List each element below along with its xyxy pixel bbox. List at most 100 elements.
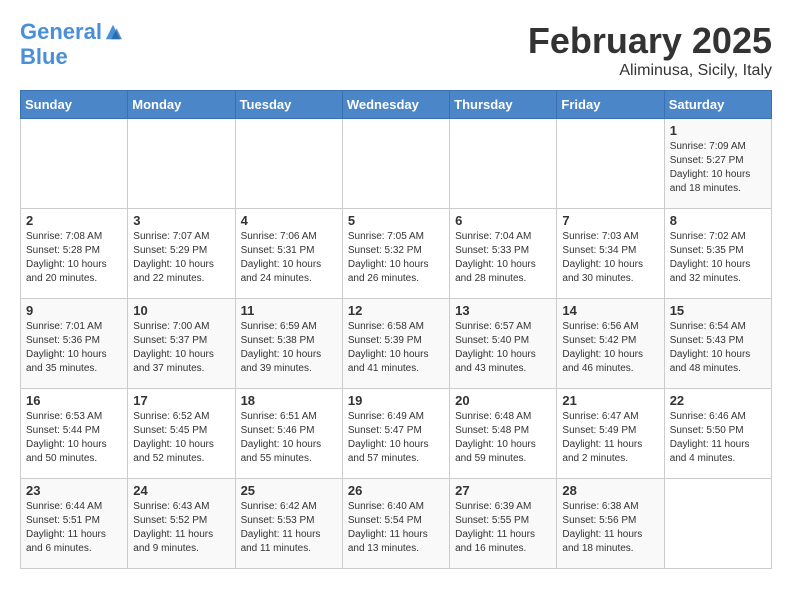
day-number: 12 bbox=[348, 303, 444, 318]
day-number: 1 bbox=[670, 123, 766, 138]
day-number: 27 bbox=[455, 483, 551, 498]
day-info: Sunrise: 7:02 AM Sunset: 5:35 PM Dayligh… bbox=[670, 230, 766, 286]
calendar-cell: 19 Sunrise: 6:49 AM Sunset: 5:47 PM Dayli… bbox=[342, 389, 449, 479]
day-info: Sunrise: 7:07 AM Sunset: 5:29 PM Dayligh… bbox=[133, 230, 229, 286]
calendar-cell: 6 Sunrise: 7:04 AM Sunset: 5:33 PM Daylig… bbox=[450, 209, 557, 299]
day-info: Sunrise: 6:59 AM Sunset: 5:38 PM Dayligh… bbox=[241, 320, 337, 376]
weekday-header: Saturday bbox=[664, 91, 771, 119]
calendar-cell: 28 Sunrise: 6:38 AM Sunset: 5:56 PM Dayli… bbox=[557, 479, 664, 569]
day-number: 19 bbox=[348, 393, 444, 408]
day-number: 18 bbox=[241, 393, 337, 408]
day-info: Sunrise: 7:06 AM Sunset: 5:31 PM Dayligh… bbox=[241, 230, 337, 286]
calendar-cell: 2Sunrise: 7:08 AM Sunset: 5:28 PM Daylig… bbox=[21, 209, 128, 299]
location: Aliminusa, Sicily, Italy bbox=[528, 62, 772, 80]
day-info: Sunrise: 6:40 AM Sunset: 5:54 PM Dayligh… bbox=[348, 500, 444, 556]
logo-blue: Blue bbox=[20, 44, 122, 70]
calendar-cell: 4Sunrise: 7:06 AM Sunset: 5:31 PM Daylig… bbox=[235, 209, 342, 299]
day-info: Sunrise: 6:43 AM Sunset: 5:52 PM Dayligh… bbox=[133, 500, 229, 556]
day-number: 11 bbox=[241, 303, 337, 318]
day-info: Sunrise: 7:03 AM Sunset: 5:34 PM Dayligh… bbox=[562, 230, 658, 286]
calendar-cell: 17 Sunrise: 6:52 AM Sunset: 5:45 PM Dayli… bbox=[128, 389, 235, 479]
day-info: Sunrise: 6:52 AM Sunset: 5:45 PM Dayligh… bbox=[133, 410, 229, 466]
day-number: 23 bbox=[26, 483, 122, 498]
day-info: Sunrise: 7:01 AM Sunset: 5:36 PM Dayligh… bbox=[26, 320, 122, 376]
day-number: 21 bbox=[562, 393, 658, 408]
weekday-header: Sunday bbox=[21, 91, 128, 119]
day-info: Sunrise: 6:46 AM Sunset: 5:50 PM Dayligh… bbox=[670, 410, 766, 466]
calendar-cell: 5 Sunrise: 7:05 AM Sunset: 5:32 PM Daylig… bbox=[342, 209, 449, 299]
calendar-cell: 9 Sunrise: 7:01 AM Sunset: 5:36 PM Daylig… bbox=[21, 299, 128, 389]
day-info: Sunrise: 6:47 AM Sunset: 5:49 PM Dayligh… bbox=[562, 410, 658, 466]
day-info: Sunrise: 7:04 AM Sunset: 5:33 PM Dayligh… bbox=[455, 230, 551, 286]
calendar-week-row: 9 Sunrise: 7:01 AM Sunset: 5:36 PM Daylig… bbox=[21, 299, 772, 389]
day-info: Sunrise: 6:56 AM Sunset: 5:42 PM Dayligh… bbox=[562, 320, 658, 376]
day-info: Sunrise: 6:42 AM Sunset: 5:53 PM Dayligh… bbox=[241, 500, 337, 556]
logo-text: General bbox=[20, 20, 102, 44]
calendar-cell bbox=[128, 119, 235, 209]
calendar-cell: 12 Sunrise: 6:58 AM Sunset: 5:39 PM Dayli… bbox=[342, 299, 449, 389]
day-number: 28 bbox=[562, 483, 658, 498]
day-number: 3 bbox=[133, 213, 229, 228]
day-number: 9 bbox=[26, 303, 122, 318]
calendar-cell: 8 Sunrise: 7:02 AM Sunset: 5:35 PM Daylig… bbox=[664, 209, 771, 299]
calendar-cell: 11 Sunrise: 6:59 AM Sunset: 5:38 PM Dayli… bbox=[235, 299, 342, 389]
calendar-week-row: 2Sunrise: 7:08 AM Sunset: 5:28 PM Daylig… bbox=[21, 209, 772, 299]
calendar-cell: 7 Sunrise: 7:03 AM Sunset: 5:34 PM Daylig… bbox=[557, 209, 664, 299]
calendar-week-row: 16 Sunrise: 6:53 AM Sunset: 5:44 PM Dayli… bbox=[21, 389, 772, 479]
calendar-table: SundayMondayTuesdayWednesdayThursdayFrid… bbox=[20, 90, 772, 569]
calendar-cell: 24Sunrise: 6:43 AM Sunset: 5:52 PM Dayli… bbox=[128, 479, 235, 569]
calendar-cell: 20 Sunrise: 6:48 AM Sunset: 5:48 PM Dayli… bbox=[450, 389, 557, 479]
weekday-header: Friday bbox=[557, 91, 664, 119]
calendar-cell: 23Sunrise: 6:44 AM Sunset: 5:51 PM Dayli… bbox=[21, 479, 128, 569]
calendar-cell: 13Sunrise: 6:57 AM Sunset: 5:40 PM Dayli… bbox=[450, 299, 557, 389]
day-info: Sunrise: 6:39 AM Sunset: 5:55 PM Dayligh… bbox=[455, 500, 551, 556]
calendar-cell: 18 Sunrise: 6:51 AM Sunset: 5:46 PM Dayli… bbox=[235, 389, 342, 479]
calendar-cell: 27 Sunrise: 6:39 AM Sunset: 5:55 PM Dayli… bbox=[450, 479, 557, 569]
day-info: Sunrise: 6:51 AM Sunset: 5:46 PM Dayligh… bbox=[241, 410, 337, 466]
day-info: Sunrise: 6:54 AM Sunset: 5:43 PM Dayligh… bbox=[670, 320, 766, 376]
weekday-header-row: SundayMondayTuesdayWednesdayThursdayFrid… bbox=[21, 91, 772, 119]
day-info: Sunrise: 6:38 AM Sunset: 5:56 PM Dayligh… bbox=[562, 500, 658, 556]
calendar-cell: 22 Sunrise: 6:46 AM Sunset: 5:50 PM Dayli… bbox=[664, 389, 771, 479]
day-number: 22 bbox=[670, 393, 766, 408]
day-number: 2 bbox=[26, 213, 122, 228]
day-number: 7 bbox=[562, 213, 658, 228]
calendar-cell bbox=[342, 119, 449, 209]
calendar-cell bbox=[21, 119, 128, 209]
day-number: 5 bbox=[348, 213, 444, 228]
day-number: 8 bbox=[670, 213, 766, 228]
calendar-week-row: 23Sunrise: 6:44 AM Sunset: 5:51 PM Dayli… bbox=[21, 479, 772, 569]
day-info: Sunrise: 7:05 AM Sunset: 5:32 PM Dayligh… bbox=[348, 230, 444, 286]
day-info: Sunrise: 6:58 AM Sunset: 5:39 PM Dayligh… bbox=[348, 320, 444, 376]
weekday-header: Monday bbox=[128, 91, 235, 119]
day-number: 26 bbox=[348, 483, 444, 498]
calendar-cell: 15 Sunrise: 6:54 AM Sunset: 5:43 PM Dayli… bbox=[664, 299, 771, 389]
weekday-header: Tuesday bbox=[235, 91, 342, 119]
calendar-cell: 16 Sunrise: 6:53 AM Sunset: 5:44 PM Dayli… bbox=[21, 389, 128, 479]
day-number: 14 bbox=[562, 303, 658, 318]
calendar-cell: 3 Sunrise: 7:07 AM Sunset: 5:29 PM Daylig… bbox=[128, 209, 235, 299]
calendar-cell: 14 Sunrise: 6:56 AM Sunset: 5:42 PM Dayli… bbox=[557, 299, 664, 389]
day-info: Sunrise: 6:48 AM Sunset: 5:48 PM Dayligh… bbox=[455, 410, 551, 466]
day-info: Sunrise: 6:49 AM Sunset: 5:47 PM Dayligh… bbox=[348, 410, 444, 466]
day-number: 6 bbox=[455, 213, 551, 228]
weekday-header: Wednesday bbox=[342, 91, 449, 119]
calendar-cell bbox=[450, 119, 557, 209]
day-number: 25 bbox=[241, 483, 337, 498]
day-info: Sunrise: 7:00 AM Sunset: 5:37 PM Dayligh… bbox=[133, 320, 229, 376]
calendar-cell: 26 Sunrise: 6:40 AM Sunset: 5:54 PM Dayli… bbox=[342, 479, 449, 569]
day-number: 10 bbox=[133, 303, 229, 318]
day-info: Sunrise: 6:53 AM Sunset: 5:44 PM Dayligh… bbox=[26, 410, 122, 466]
logo-icon bbox=[104, 23, 122, 41]
weekday-header: Thursday bbox=[450, 91, 557, 119]
calendar-cell: 10 Sunrise: 7:00 AM Sunset: 5:37 PM Dayli… bbox=[128, 299, 235, 389]
calendar-cell bbox=[235, 119, 342, 209]
day-number: 15 bbox=[670, 303, 766, 318]
day-number: 16 bbox=[26, 393, 122, 408]
calendar-cell bbox=[664, 479, 771, 569]
day-number: 20 bbox=[455, 393, 551, 408]
calendar-cell: 1Sunrise: 7:09 AM Sunset: 5:27 PM Daylig… bbox=[664, 119, 771, 209]
day-number: 13 bbox=[455, 303, 551, 318]
calendar-cell: 21 Sunrise: 6:47 AM Sunset: 5:49 PM Dayli… bbox=[557, 389, 664, 479]
day-number: 17 bbox=[133, 393, 229, 408]
